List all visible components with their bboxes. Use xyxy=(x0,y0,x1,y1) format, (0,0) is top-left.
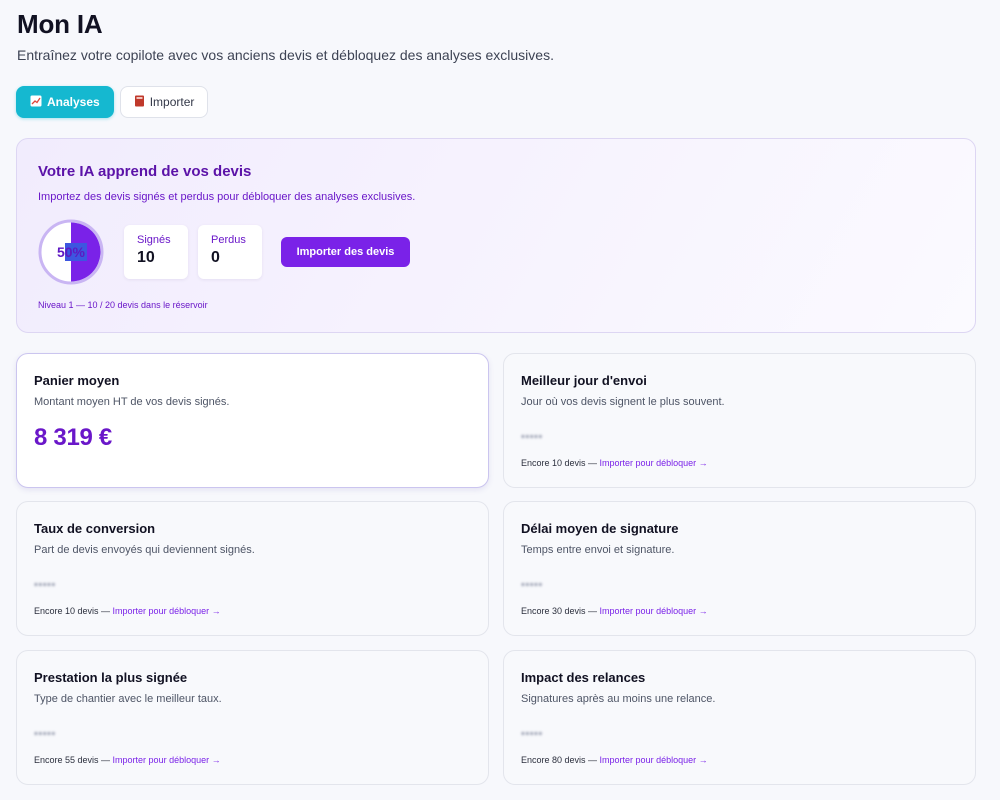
locked-value-placeholder: ••••• xyxy=(521,579,543,591)
locked-value-placeholder: ••••• xyxy=(34,728,56,740)
card-description: Temps entre envoi et signature. xyxy=(521,544,675,556)
ai-progress-panel: Votre IA apprend de vos devis Importez d… xyxy=(16,138,976,333)
card-taux-conversion: Taux de conversion Part de devis envoyés… xyxy=(16,501,489,636)
card-footer: Encore 55 devis — Importer pour débloque… xyxy=(34,755,221,765)
page-subtitle: Entraînez votre copilote avec vos ancien… xyxy=(17,47,554,63)
card-title: Panier moyen xyxy=(34,373,120,388)
chart-up-icon xyxy=(30,95,42,110)
hero-text: Importez des devis signés et perdus pour… xyxy=(38,191,416,203)
remaining-devis-text: Encore 30 devis — xyxy=(521,606,600,616)
locked-value-placeholder: ••••• xyxy=(521,431,543,443)
card-impact-relances: Impact des relances Signatures après au … xyxy=(503,650,976,785)
card-title: Prestation la plus signée xyxy=(34,670,188,685)
card-title: Impact des relances xyxy=(521,670,646,685)
tab-analyses[interactable]: Analyses xyxy=(16,86,114,118)
card-footer: Encore 10 devis — Importer pour débloque… xyxy=(34,606,221,616)
remaining-devis-text: Encore 10 devis — xyxy=(34,606,113,616)
card-description: Signatures après au moins une relance. xyxy=(521,693,716,705)
unlock-link[interactable]: Importer pour débloquer → xyxy=(600,458,708,468)
remaining-devis-text: Encore 55 devis — xyxy=(34,755,113,765)
card-title: Meilleur jour d'envoi xyxy=(521,373,647,388)
tab-importer-label: Importer xyxy=(149,95,195,109)
card-panier-moyen: Panier moyen Montant moyen HT de vos dev… xyxy=(16,353,489,488)
stat-signes-value: 10 xyxy=(137,249,155,266)
progress-percent: 50% xyxy=(56,244,86,260)
card-title: Délai moyen de signature xyxy=(521,521,679,536)
stat-signes: Signés 10 xyxy=(124,225,188,279)
card-description: Part de devis envoyés qui deviennent sig… xyxy=(34,544,255,556)
level-text: Niveau 1 — 10 / 20 devis dans le réservo… xyxy=(38,300,208,310)
book-icon xyxy=(134,95,145,110)
card-footer: Encore 10 devis — Importer pour débloque… xyxy=(521,458,708,468)
stat-perdus-value: 0 xyxy=(211,249,220,266)
progress-gauge: 50% xyxy=(38,219,104,285)
card-delai-signature: Délai moyen de signature Temps entre env… xyxy=(503,501,976,636)
unlock-link[interactable]: Importer pour débloquer → xyxy=(113,755,221,765)
unlock-link[interactable]: Importer pour débloquer → xyxy=(113,606,221,616)
locked-value-placeholder: ••••• xyxy=(34,579,56,591)
card-description: Jour où vos devis signent le plus souven… xyxy=(521,396,725,408)
card-value: 8 319 € xyxy=(34,424,112,451)
stat-perdus-label: Perdus xyxy=(211,234,246,246)
card-meilleur-jour: Meilleur jour d'envoi Jour où vos devis … xyxy=(503,353,976,488)
locked-value-placeholder: ••••• xyxy=(521,728,543,740)
tab-analyses-label: Analyses xyxy=(47,95,100,109)
page-title: Mon IA xyxy=(17,9,103,39)
card-prestation-signee: Prestation la plus signée Type de chanti… xyxy=(16,650,489,785)
unlock-link[interactable]: Importer pour débloquer → xyxy=(600,606,708,616)
unlock-link[interactable]: Importer pour débloquer → xyxy=(600,755,708,765)
tab-bar: Analyses Importer xyxy=(16,86,209,118)
remaining-devis-text: Encore 10 devis — xyxy=(521,458,600,468)
card-description: Montant moyen HT de vos devis signés. xyxy=(34,396,230,408)
card-title: Taux de conversion xyxy=(34,521,156,536)
import-devis-button[interactable]: Importer des devis xyxy=(281,237,410,267)
stat-perdus: Perdus 0 xyxy=(198,225,262,279)
tab-importer[interactable]: Importer xyxy=(119,86,209,118)
card-footer: Encore 30 devis — Importer pour débloque… xyxy=(521,606,708,616)
stat-signes-label: Signés xyxy=(137,234,171,246)
remaining-devis-text: Encore 80 devis — xyxy=(521,755,600,765)
card-footer: Encore 80 devis — Importer pour débloque… xyxy=(521,755,708,765)
hero-title: Votre IA apprend de vos devis xyxy=(38,163,252,180)
card-description: Type de chantier avec le meilleur taux. xyxy=(34,693,222,705)
